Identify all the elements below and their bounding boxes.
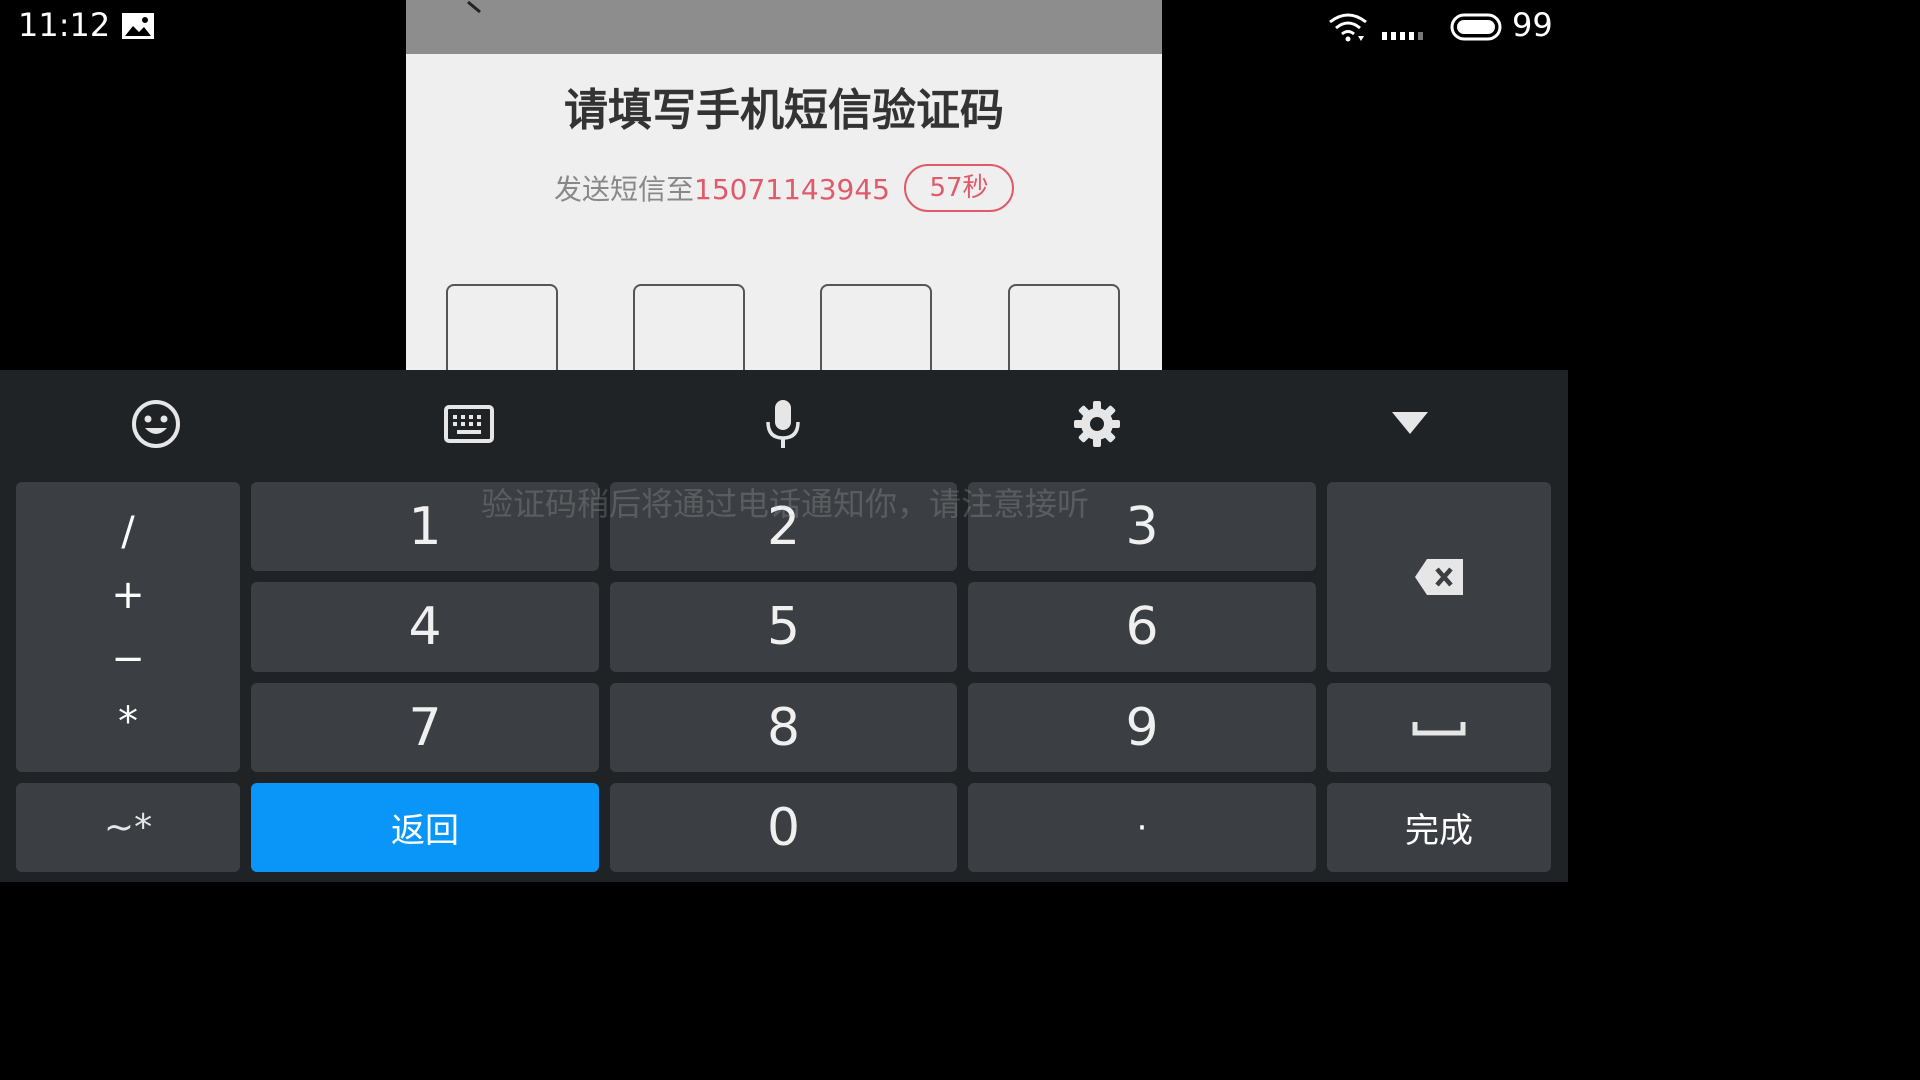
minus-key[interactable]: − [111, 639, 145, 679]
keyboard-icon[interactable] [443, 398, 495, 450]
page-title: 请填写手机短信验证码 [564, 85, 1004, 136]
numeric-keyboard: / + − * 1 2 3 4 5 6 7 8 9 ~* 返回 0 · 完成 [0, 370, 1568, 882]
space-key[interactable] [1327, 683, 1551, 772]
space-bar-icon [1412, 721, 1466, 735]
key-3[interactable]: 3 [968, 482, 1316, 571]
key-2[interactable]: 2 [610, 482, 957, 571]
code-input-3[interactable] [820, 284, 932, 370]
key-7[interactable]: 7 [251, 683, 599, 772]
resend-countdown-button[interactable]: 57秒 [904, 164, 1014, 212]
wifi-icon [1329, 13, 1367, 42]
collapse-keyboard-icon[interactable] [1384, 398, 1436, 450]
special-symbols-key[interactable]: ~* [16, 783, 240, 872]
image-notification-icon [122, 13, 154, 39]
microphone-icon[interactable] [757, 398, 809, 450]
key-5[interactable]: 5 [610, 582, 957, 672]
symbols-key-column: / + − * [16, 482, 240, 772]
key-8[interactable]: 8 [610, 683, 957, 772]
slash-key[interactable]: / [121, 512, 134, 552]
asterisk-key[interactable]: * [118, 702, 138, 742]
backspace-icon [1415, 559, 1463, 595]
dialog-header [406, 0, 1162, 54]
backspace-key[interactable] [1327, 482, 1551, 672]
done-key[interactable]: 完成 [1327, 783, 1551, 872]
battery-icon [1450, 13, 1502, 41]
sms-sent-text: 发送短信至15071143945 [554, 168, 890, 208]
sms-prefix: 发送短信至 [554, 173, 695, 206]
key-4[interactable]: 4 [251, 582, 599, 672]
battery-level: 99 [1512, 6, 1553, 44]
code-input-1[interactable] [446, 284, 558, 370]
signal-icon [1382, 32, 1423, 40]
key-9[interactable]: 9 [968, 683, 1316, 772]
dot-key[interactable]: · [968, 783, 1316, 872]
back-arrow-icon[interactable] [460, 0, 490, 18]
plus-key[interactable]: + [111, 575, 145, 615]
key-0[interactable]: 0 [610, 783, 957, 872]
key-1[interactable]: 1 [251, 482, 599, 571]
code-input-4[interactable] [1008, 284, 1120, 370]
back-key[interactable]: 返回 [251, 783, 599, 872]
key-6[interactable]: 6 [968, 582, 1316, 672]
settings-icon[interactable] [1071, 398, 1123, 450]
emoji-icon[interactable] [130, 398, 182, 450]
phone-number: 15071143945 [694, 173, 890, 206]
status-time: 11:12 [18, 6, 111, 44]
verification-dialog: 请填写手机短信验证码 发送短信至15071143945 57秒 [406, 0, 1162, 370]
code-input-2[interactable] [633, 284, 745, 370]
